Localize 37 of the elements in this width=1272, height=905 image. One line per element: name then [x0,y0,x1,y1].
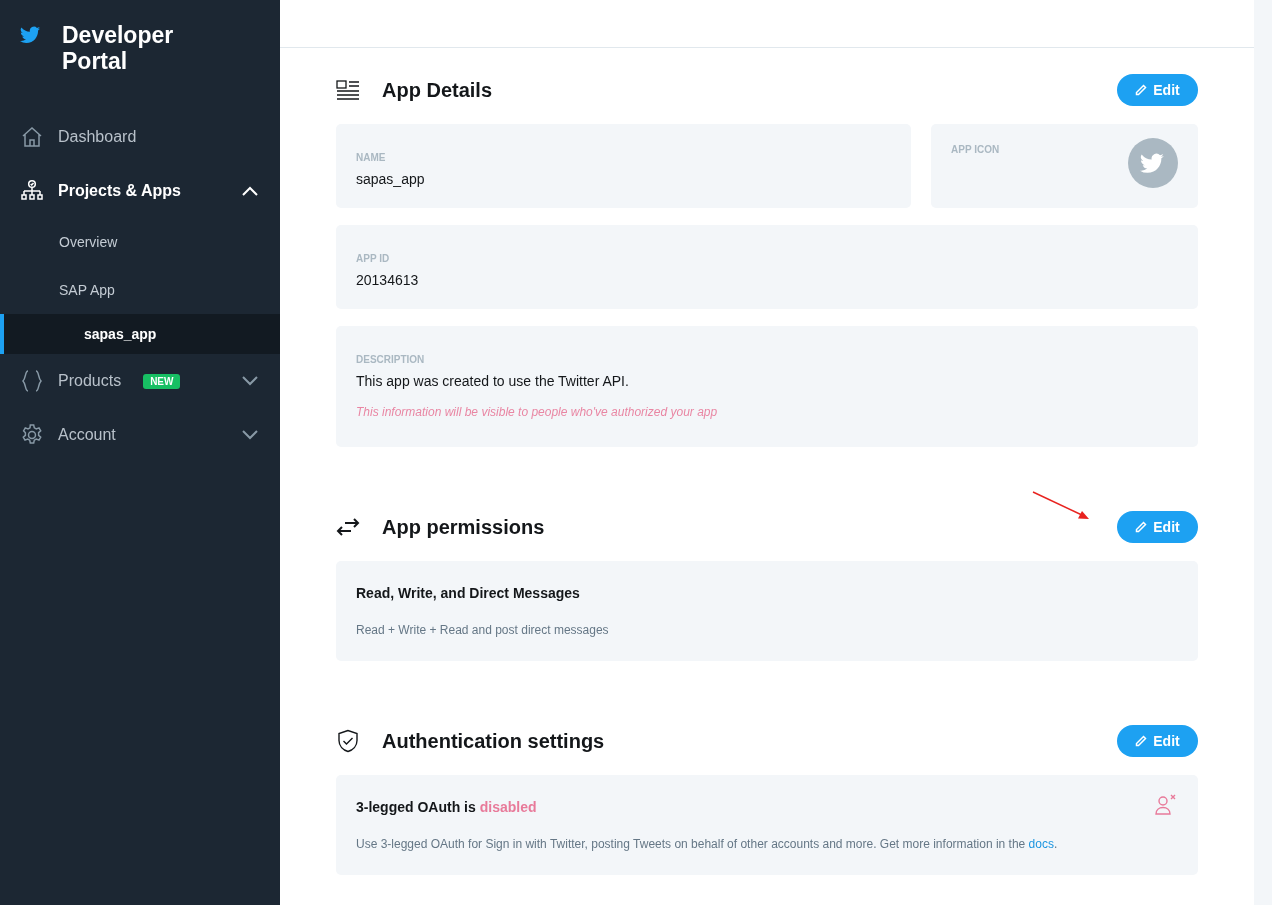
section-title: App Details [382,78,493,102]
braces-icon [20,369,44,393]
permission-level: Read, Write, and Direct Messages [356,585,581,601]
shield-check-icon [336,729,360,753]
nav-item[interactable]: Dashboard [0,110,280,164]
gear-icon [20,423,44,447]
bird-logo-icon [20,26,42,44]
house-icon [20,125,44,149]
pencil-icon [1135,84,1148,96]
pencil-icon [1135,521,1148,533]
bird-icon [1140,152,1166,174]
oauth-status: 3-legged OAuth is disabled [356,799,537,815]
nav-subitem[interactable]: Overview [0,218,280,266]
annotation-arrow [1032,491,1090,521]
field-value: This app was created to use the Twitter API. [356,373,630,389]
sitemap-icon [20,179,44,203]
visibility-note: This information will be visible to people who've authorized your app [356,405,719,419]
nav-item[interactable]: Products NEW [0,354,280,408]
field-label: DESCRIPTION [356,354,426,365]
new-badge: NEW [143,373,181,389]
field-value: 20134613 [356,272,420,288]
permission-detail: Read + Write + Read and post direct messages [356,623,610,637]
newspaper-icon [336,78,360,102]
nav-item[interactable]: Account [0,408,280,462]
section-title: Authentication settings [382,729,605,753]
nav-item[interactable]: Projects & Apps [0,164,280,218]
section-title: App permissions [382,515,545,539]
oauth-description: Use 3-legged OAuth for Sign in with Twitter, posting Tweets on behalf of other accounts and more. Get more information in the docs. [356,837,1059,851]
nav-subitem[interactable]: sapas_app [0,314,280,354]
nav-subitem[interactable]: SAP App [0,266,280,314]
portal-title: Developer Portal [62,22,175,76]
pencil-icon [1135,735,1148,747]
user-remove-icon [1154,793,1178,815]
field-label: NAME [356,152,387,163]
field-label: APP ID [356,253,391,264]
field-value: sapas_app [356,171,426,187]
field-label: APP ICON [951,144,1000,157]
